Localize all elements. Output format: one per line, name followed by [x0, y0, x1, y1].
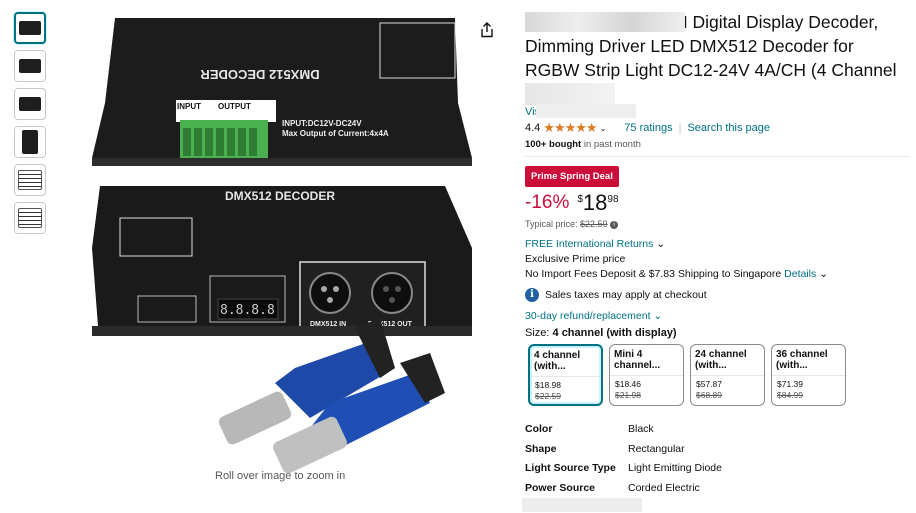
- title-line-3: RGBW Strip Light DC12-24V 4A/CH (4 Chann…: [525, 60, 897, 80]
- redacted-store-name: [536, 104, 636, 118]
- main-product-image[interactable]: DMX512 DECODER INPUT OUTPUT INPUT:DC12V-…: [80, 8, 480, 488]
- output-header: OUTPUT: [218, 102, 251, 111]
- typical-price: Typical price: $22.59 i: [525, 219, 619, 229]
- input-header: INPUT: [177, 102, 201, 111]
- info-icon[interactable]: i: [610, 220, 619, 229]
- price-row: -16% $ 18 98: [525, 190, 619, 216]
- chevron-down-icon: ⌄: [656, 238, 666, 250]
- shipping-info: No Import Fees Deposit & $7.83 Shipping …: [525, 268, 829, 280]
- output-spec: Max Output of Current:4x4A: [282, 129, 389, 138]
- chevron-down-icon: ⌄: [653, 310, 663, 322]
- spec-row: Color Black: [525, 422, 654, 435]
- rating-row: 4.4 ★★★★★ ⌄ 75 ratings | Search this pag…: [525, 120, 771, 136]
- thumbnail-6[interactable]: [14, 202, 46, 234]
- thumbnail-2[interactable]: [14, 50, 46, 82]
- title-line-2: Dimming Driver LED DMX512 Decoder for: [525, 36, 854, 56]
- dmx-out-port: [371, 272, 413, 314]
- discount-percent: -16%: [525, 192, 570, 213]
- price-fraction: 98: [607, 194, 619, 205]
- bottom-decoder-label: DMX512 DECODER: [225, 189, 335, 203]
- exclusive-price: Exclusive Prime price: [525, 253, 626, 265]
- thumbnail-strip: [14, 12, 48, 240]
- zoom-hint: Roll over image to zoom in: [215, 470, 346, 482]
- bought-in-past-month: 100+ bought in past month: [525, 139, 641, 150]
- share-icon[interactable]: [480, 22, 494, 43]
- xlr-connectors: [218, 318, 445, 474]
- spec-row: Shape Rectangular: [525, 442, 685, 455]
- rating-value: 4.4: [525, 122, 541, 134]
- dmx-in-port: [309, 272, 351, 314]
- variant-36-channel[interactable]: 36 channel (with... $71.39 $84.99: [771, 344, 846, 406]
- input-spec: INPUT:DC12V-DC24V: [282, 119, 362, 128]
- redacted-brand: [525, 12, 685, 32]
- price-whole: 18: [582, 190, 608, 215]
- thumbnail-5[interactable]: [14, 164, 46, 196]
- divider: [525, 156, 910, 157]
- variant-24-channel[interactable]: 24 channel (with... $57.87 $68.89: [690, 344, 765, 406]
- size-variants: 4 channel (with... $18.98 $22.59 Mini 4 …: [528, 344, 852, 406]
- thumbnail-4[interactable]: [14, 126, 46, 158]
- size-label: Size: 4 channel (with display): [525, 327, 677, 339]
- spec-row: Power Source Corded Electric: [525, 482, 700, 495]
- spec-table: Color Black Shape Rectangular Light Source…: [525, 419, 722, 498]
- chevron-down-icon[interactable]: ⌄: [600, 124, 607, 133]
- variant-4-channel[interactable]: 4 channel (with... $18.98 $22.59: [528, 344, 603, 406]
- search-page-link[interactable]: Search this page: [687, 122, 770, 134]
- deal-badge: Prime Spring Deal: [525, 166, 619, 187]
- redacted-bottom: [522, 498, 642, 512]
- tax-note: i Sales taxes may apply at checkout: [525, 288, 707, 302]
- returns-link[interactable]: FREE International Returns ⌄: [525, 238, 665, 250]
- variant-mini-4-channel[interactable]: Mini 4 channel... $18.46 $21.98: [609, 344, 684, 406]
- chevron-down-icon: ⌄: [819, 268, 829, 280]
- ratings-count-link[interactable]: 75 ratings: [624, 122, 672, 134]
- product-title: H Digital Display Decoder, Dimming Drive…: [525, 10, 910, 105]
- thumbnail-3[interactable]: [14, 88, 46, 120]
- redacted-title-end: [525, 83, 615, 105]
- svg-text:8.8.8.8: 8.8.8.8: [220, 303, 275, 318]
- thumbnail-1[interactable]: [14, 12, 46, 44]
- refund-link[interactable]: 30-day refund/replacement ⌄: [525, 310, 662, 322]
- spec-row: Light Source Type Light Emitting Diode: [525, 462, 722, 475]
- shipping-details-link[interactable]: Details: [784, 268, 816, 280]
- info-icon: i: [525, 288, 539, 302]
- product-detail: H Digital Display Decoder, Dimming Drive…: [525, 10, 910, 105]
- top-decoder-label: DMX512 DECODER: [200, 67, 320, 82]
- star-icon[interactable]: ★★★★★: [543, 120, 597, 136]
